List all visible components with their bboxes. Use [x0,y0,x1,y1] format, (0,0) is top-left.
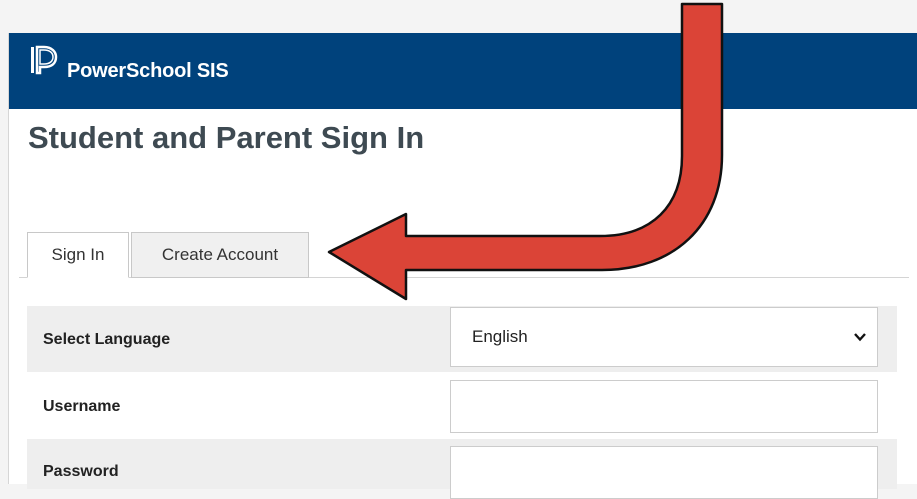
language-selected-value: English [472,327,528,346]
chevron-down-icon [854,333,866,342]
username-label: Username [43,398,121,415]
tab-sign-in[interactable]: Sign In [27,232,129,278]
password-field[interactable] [450,446,878,499]
powerschool-logo-icon [31,45,58,75]
header-bar: PowerSchool SIS [9,33,917,109]
password-label: Password [43,463,119,480]
tab-create-account[interactable]: Create Account [131,232,309,278]
page-title: Student and Parent Sign In [28,120,425,155]
language-select[interactable]: English [450,307,878,367]
language-label: Select Language [43,331,171,348]
app-title: PowerSchool SIS [67,60,229,82]
username-field[interactable] [450,380,878,433]
